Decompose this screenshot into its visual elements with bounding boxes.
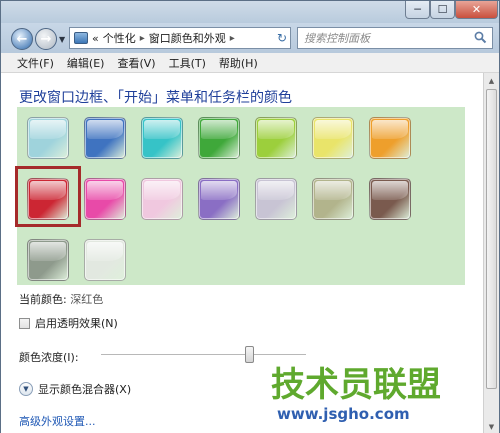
minimize-button[interactable]: ─ bbox=[405, 1, 430, 19]
menu-help[interactable]: 帮助(H) bbox=[219, 55, 258, 71]
color-swatch-taupe[interactable] bbox=[312, 178, 354, 220]
scroll-thumb[interactable] bbox=[486, 89, 497, 389]
control-panel-window: ─ ☐ ✕ ← → ▼ « 个性化 ▸ 窗口颜色和外观 ▸ ↻ 搜索控制面板 文… bbox=[0, 0, 500, 433]
color-swatch-orange[interactable] bbox=[369, 117, 411, 159]
color-swatch-chocolate[interactable] bbox=[369, 178, 411, 220]
breadcrumb-personalization[interactable]: 个性化 bbox=[103, 30, 136, 46]
current-color-label: 当前颜色: bbox=[19, 293, 67, 306]
vertical-scrollbar[interactable]: ▲ ▼ bbox=[483, 73, 499, 433]
color-mixer-label[interactable]: 显示颜色混合器(X) bbox=[38, 381, 131, 397]
title-bar[interactable]: ─ ☐ ✕ bbox=[1, 1, 499, 23]
current-color: 当前颜色: 深红色 bbox=[19, 291, 103, 307]
color-swatch-leaf[interactable] bbox=[198, 117, 240, 159]
current-color-value: 深红色 bbox=[70, 293, 104, 306]
color-swatch-slate[interactable] bbox=[27, 239, 69, 281]
color-swatch-ruby[interactable] bbox=[27, 178, 69, 220]
control-panel-icon bbox=[74, 32, 88, 44]
breadcrumb-separator-icon[interactable]: ▸ bbox=[140, 33, 145, 44]
navigation-bar: ← → ▼ « 个性化 ▸ 窗口颜色和外观 ▸ ↻ 搜索控制面板 bbox=[1, 23, 499, 53]
close-button[interactable]: ✕ bbox=[455, 1, 498, 19]
scroll-down-arrow-icon[interactable]: ▼ bbox=[484, 419, 499, 433]
color-swatch-frost[interactable] bbox=[84, 239, 126, 281]
watermark-url: www.jsgho.com bbox=[277, 405, 410, 423]
address-overflow-chevron[interactable]: « bbox=[92, 32, 99, 45]
color-swatch-sky[interactable] bbox=[27, 117, 69, 159]
search-placeholder: 搜索控制面板 bbox=[304, 32, 370, 45]
intensity-slider-thumb[interactable] bbox=[244, 346, 254, 363]
maximize-button[interactable]: ☐ bbox=[430, 1, 455, 19]
forward-button[interactable]: → bbox=[35, 28, 57, 50]
recent-pages-dropdown-icon[interactable]: ▼ bbox=[59, 35, 65, 44]
color-swatch-twilight[interactable] bbox=[84, 117, 126, 159]
color-swatch-blush[interactable] bbox=[141, 178, 183, 220]
menu-file[interactable]: 文件(F) bbox=[17, 55, 54, 71]
color-swatch-violet[interactable] bbox=[198, 178, 240, 220]
intensity-label: 颜色浓度(I): bbox=[19, 351, 79, 364]
watermark-title: 技术员联盟 bbox=[271, 365, 441, 405]
color-mixer-toggle[interactable]: ▼ 显示颜色混合器(X) bbox=[19, 381, 131, 397]
intensity-slider-track[interactable] bbox=[101, 354, 306, 356]
back-button[interactable]: ← bbox=[11, 28, 33, 50]
search-icon[interactable] bbox=[474, 31, 487, 44]
menu-tools[interactable]: 工具(T) bbox=[169, 55, 206, 71]
address-bar[interactable]: « 个性化 ▸ 窗口颜色和外观 ▸ bbox=[69, 27, 291, 49]
menu-bar: 文件(F) 编辑(E) 查看(V) 工具(T) 帮助(H) bbox=[1, 53, 499, 73]
refresh-icon[interactable]: ↻ bbox=[273, 27, 291, 49]
breadcrumb-separator-icon[interactable]: ▸ bbox=[230, 33, 235, 44]
search-input[interactable]: 搜索控制面板 bbox=[297, 27, 493, 49]
transparency-checkbox[interactable] bbox=[19, 317, 30, 329]
color-swatch-lavender[interactable] bbox=[255, 178, 297, 220]
page-title: 更改窗口边框、「开始」菜单和任务栏的颜色 bbox=[19, 90, 292, 106]
scroll-up-arrow-icon[interactable]: ▲ bbox=[484, 73, 499, 88]
advanced-appearance-link[interactable]: 高级外观设置... bbox=[19, 413, 96, 429]
menu-view[interactable]: 查看(V) bbox=[117, 55, 155, 71]
chevron-down-icon[interactable]: ▼ bbox=[19, 382, 33, 396]
color-swatch-lime[interactable] bbox=[255, 117, 297, 159]
breadcrumb-window-color[interactable]: 窗口颜色和外观 bbox=[149, 30, 226, 46]
menu-edit[interactable]: 编辑(E) bbox=[67, 55, 105, 71]
transparency-label[interactable]: 启用透明效果(N) bbox=[35, 315, 118, 331]
transparency-option[interactable]: 启用透明效果(N) bbox=[19, 315, 118, 331]
color-swatch-panel bbox=[15, 107, 465, 285]
color-swatch-fuchsia[interactable] bbox=[84, 178, 126, 220]
color-swatch-sea[interactable] bbox=[141, 117, 183, 159]
color-swatch-lemon[interactable] bbox=[312, 117, 354, 159]
